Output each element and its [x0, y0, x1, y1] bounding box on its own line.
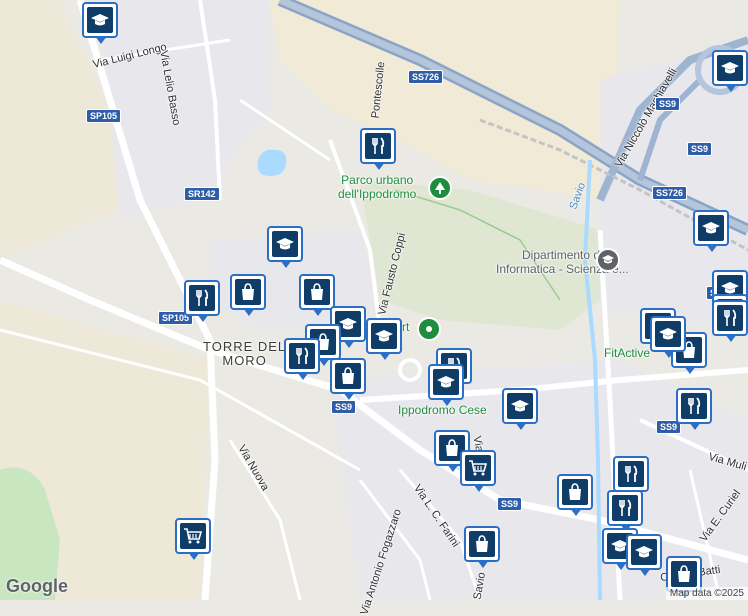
shopping-icon — [671, 561, 697, 587]
restaurant-pin[interactable] — [676, 388, 712, 430]
restaurant-icon — [289, 343, 315, 369]
google-logo: Google — [6, 576, 68, 596]
place-line: MORO — [222, 353, 267, 368]
shopping-icon — [304, 279, 330, 305]
school-pin[interactable] — [366, 318, 402, 360]
restaurant-icon — [618, 461, 644, 487]
route-shield: SP105 — [86, 109, 122, 123]
school-icon — [272, 231, 298, 257]
place-label-fitactive[interactable]: FitActive — [604, 346, 650, 360]
school-icon[interactable] — [596, 248, 620, 272]
shopping-icon — [235, 279, 261, 305]
place-line: TORRE DEL — [203, 339, 287, 354]
school-pin[interactable] — [650, 316, 686, 358]
restaurant-icon — [612, 495, 638, 521]
route-shield: SS9 — [331, 400, 357, 414]
restaurant-icon — [717, 305, 743, 331]
shopping-pin[interactable] — [230, 274, 266, 316]
school-icon — [87, 7, 113, 33]
school-icon — [717, 55, 743, 81]
school-pin[interactable] — [693, 210, 729, 252]
restaurant-icon — [189, 285, 215, 311]
school-icon — [631, 539, 657, 565]
shopping-icon — [562, 479, 588, 505]
tree-icon[interactable] — [428, 176, 452, 200]
route-shield: SS726 — [408, 70, 444, 84]
restaurant-pin[interactable] — [613, 456, 649, 498]
route-shield: SS9 — [497, 497, 523, 511]
place-line: dell'Ippodromo — [338, 187, 417, 201]
grocery-icon — [180, 523, 206, 549]
restaurant-icon — [365, 133, 391, 159]
venue-icon[interactable] — [417, 317, 441, 341]
shopping-pin[interactable] — [330, 358, 366, 400]
route-shield: SS9 — [655, 97, 681, 111]
shopping-pin[interactable] — [464, 526, 500, 568]
grocery-icon — [465, 455, 491, 481]
map-attribution[interactable]: Map data ©2025 — [665, 587, 748, 600]
school-pin[interactable] — [267, 226, 303, 268]
school-pin[interactable] — [502, 388, 538, 430]
place-label-rt[interactable]: rt — [402, 320, 409, 334]
restaurant-pin[interactable] — [607, 490, 643, 532]
restaurant-pin[interactable] — [184, 280, 220, 322]
school-pin[interactable] — [82, 2, 118, 44]
restaurant-pin[interactable] — [360, 128, 396, 170]
place-label-torre-del-moro: TORRE DEL MORO — [203, 340, 286, 368]
route-shield: SR142 — [184, 187, 220, 201]
grocery-pin[interactable] — [175, 518, 211, 560]
school-icon — [433, 369, 459, 395]
shopping-icon — [335, 363, 361, 389]
school-pin[interactable] — [712, 50, 748, 92]
school-icon — [655, 321, 681, 347]
restaurant-icon — [681, 393, 707, 419]
shopping-pin[interactable] — [557, 474, 593, 516]
route-shield: SS9 — [687, 142, 713, 156]
school-icon — [507, 393, 533, 419]
route-shield: SS726 — [652, 186, 688, 200]
shopping-icon — [469, 531, 495, 557]
place-line: rt — [402, 320, 410, 334]
school-pin[interactable] — [626, 534, 662, 576]
school-icon — [371, 323, 397, 349]
place-label-park[interactable]: Parco urbano dell'Ippodromo — [338, 173, 416, 201]
pond — [257, 149, 287, 176]
restaurant-pin[interactable] — [284, 338, 320, 380]
shopping-pin[interactable] — [299, 274, 335, 316]
restaurant-pin[interactable] — [712, 300, 748, 342]
grocery-pin[interactable] — [460, 450, 496, 492]
school-pin[interactable] — [428, 364, 464, 406]
place-line: Parco urbano — [341, 173, 414, 187]
place-line: FitActive — [604, 346, 651, 360]
school-icon — [698, 215, 724, 241]
